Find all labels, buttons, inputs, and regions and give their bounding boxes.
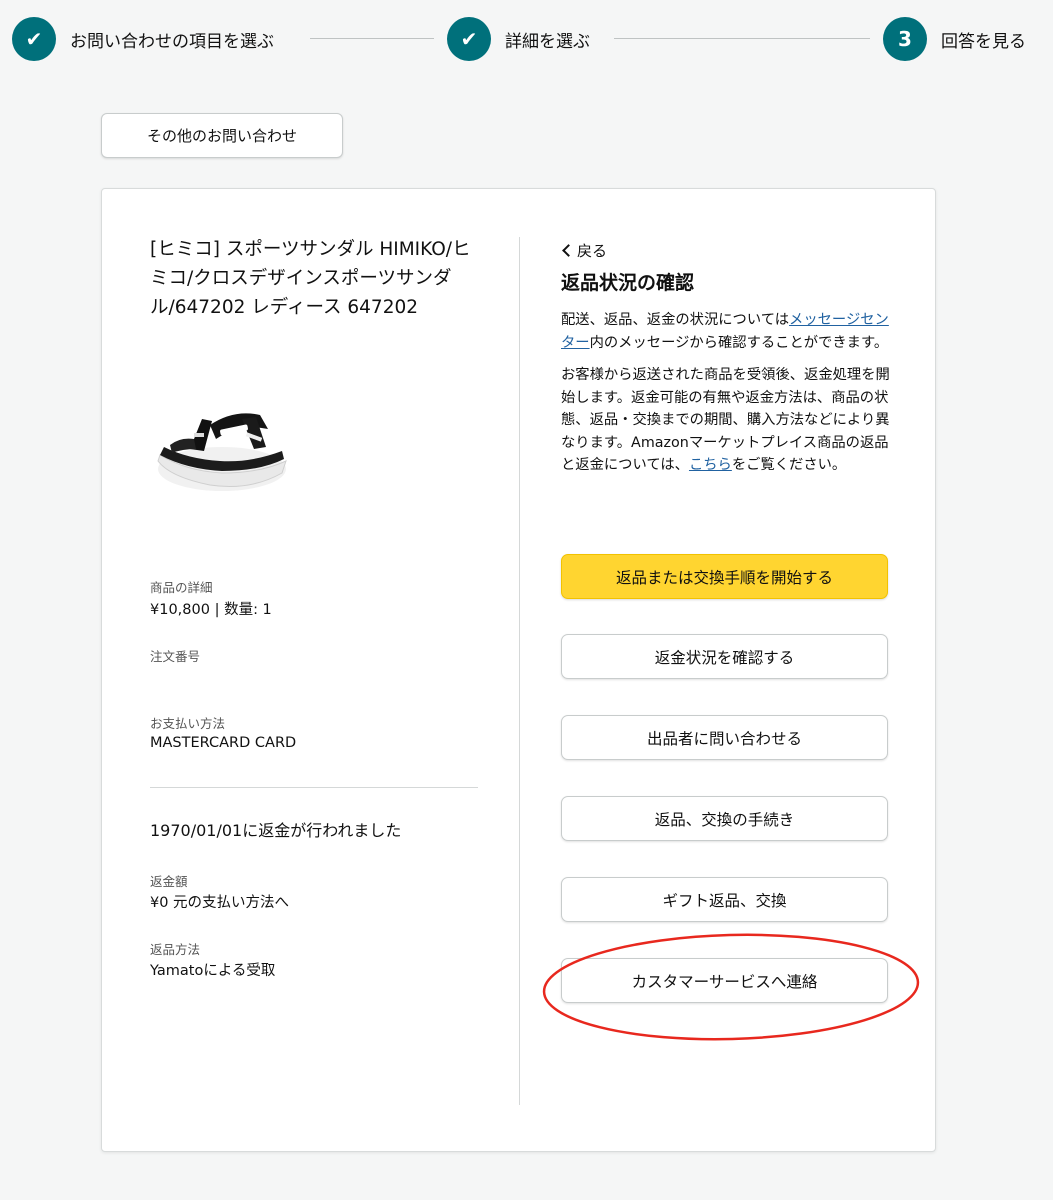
step-connector <box>614 38 870 39</box>
return-procedure-button[interactable]: 返品、交換の手続き <box>561 796 888 841</box>
info-divider <box>150 787 478 788</box>
step-1-label: お問い合わせの項目を選ぶ <box>70 31 274 52</box>
step-1: ✔ お問い合わせの項目を選ぶ <box>12 17 274 61</box>
product-details-value: ¥10,800 | 数量: 1 <box>150 602 272 618</box>
back-label: 戻る <box>577 241 608 260</box>
step-3: 3 回答を見る <box>883 17 1026 61</box>
return-status-panel: 戻る 返品状況の確認 配送、返品、返金の状況についてはメッセージセンター内のメッ… <box>561 239 891 477</box>
gift-return-button[interactable]: ギフト返品、交換 <box>561 877 888 922</box>
back-link[interactable]: 戻る <box>561 239 891 261</box>
column-divider <box>519 237 520 1105</box>
return-status-card: [ヒミコ] スポーツサンダル HIMIKO/ヒミコ/クロスデザインスポーツサンダ… <box>101 188 936 1152</box>
refund-status-text: 1970/01/01に返金が行われました <box>150 821 402 840</box>
step-2-label: 詳細を選ぶ <box>505 31 590 52</box>
step-3-label: 回答を見る <box>941 31 1026 52</box>
para1-text-end: 内のメッセージから確認することができます。 <box>589 334 889 351</box>
step-2: ✔ 詳細を選ぶ <box>447 17 590 61</box>
para2-text-end: をご覧ください。 <box>731 457 847 473</box>
check-refund-button[interactable]: 返金状況を確認する <box>561 634 888 679</box>
payment-method-label: お支払い方法 <box>150 716 226 731</box>
product-title[interactable]: [ヒミコ] スポーツサンダル HIMIKO/ヒミコ/クロスデザインスポーツサンダ… <box>150 235 482 322</box>
refund-amount-label: 返金額 <box>150 874 188 889</box>
payment-method-value: MASTERCARD CARD <box>150 735 297 751</box>
return-method-label: 返品方法 <box>150 942 201 957</box>
status-info-paragraph: 配送、返品、返金の状況についてはメッセージセンター内のメッセージから確認すること… <box>561 309 891 354</box>
order-number-label: 注文番号 <box>150 649 201 664</box>
chevron-left-icon <box>562 243 575 257</box>
step-connector <box>310 38 434 39</box>
return-method-value: Yamatoによる受取 <box>150 963 276 979</box>
marketplace-returns-link[interactable]: こちら <box>689 457 732 473</box>
progress-stepper: ✔ お問い合わせの項目を選ぶ ✔ 詳細を選ぶ 3 回答を見る <box>12 17 1042 61</box>
sandal-product-image[interactable] <box>150 399 290 509</box>
start-return-button[interactable]: 返品または交換手順を開始する <box>561 554 888 599</box>
refund-amount-value: ¥0 元の支払い方法へ <box>150 895 290 911</box>
other-inquiry-button[interactable]: その他のお問い合わせ <box>101 113 343 158</box>
refund-info-paragraph: お客様から返送された商品を受領後、返金処理を開始します。返金可能の有無や返金方法… <box>561 364 891 477</box>
product-details-label: 商品の詳細 <box>150 580 213 595</box>
para1-text: 配送、返品、返金の状況については <box>561 312 790 328</box>
step-3-number: 3 <box>883 17 927 61</box>
contact-customer-service-button[interactable]: カスタマーサービスへ連絡 <box>561 958 888 1003</box>
step-1-check-icon: ✔ <box>12 17 56 61</box>
section-title: 返品状況の確認 <box>561 272 695 294</box>
contact-seller-button[interactable]: 出品者に問い合わせる <box>561 715 888 760</box>
step-2-check-icon: ✔ <box>447 17 491 61</box>
